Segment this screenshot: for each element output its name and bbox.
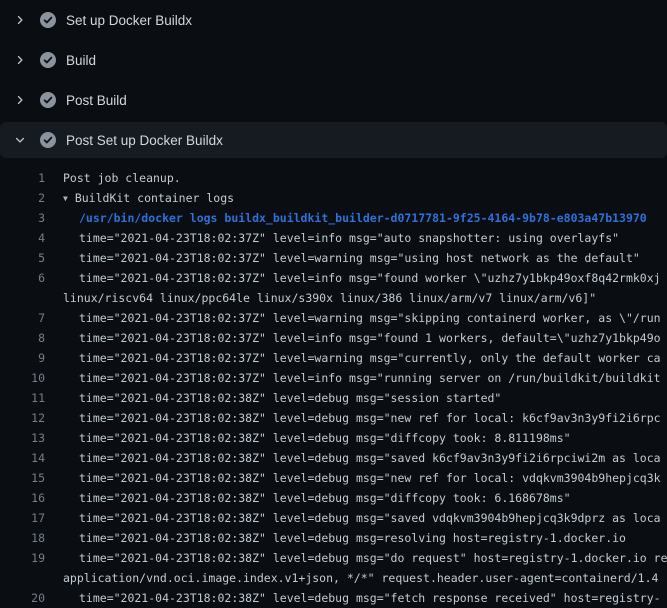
log-row[interactable]: 12 time="2021-04-23T18:02:38Z" level=debu… (0, 408, 667, 428)
log-text: time="2021-04-23T18:02:38Z" level=debug … (79, 408, 667, 428)
line-number[interactable]: 8 (0, 328, 45, 348)
log-text: linux/riscv64 linux/ppc64le linux/s390x … (63, 288, 667, 308)
line-number[interactable]: 11 (0, 388, 45, 408)
log-text: time="2021-04-23T18:02:38Z" level=debug … (79, 548, 667, 568)
log-text: time="2021-04-23T18:02:38Z" level=debug … (79, 528, 667, 548)
line-number[interactable]: 13 (0, 428, 45, 448)
log-text: time="2021-04-23T18:02:38Z" level=debug … (79, 588, 667, 608)
line-number[interactable]: 16 (0, 488, 45, 508)
log-row[interactable]: 20 time="2021-04-23T18:02:38Z" level=debu… (0, 588, 667, 608)
group-label: BuildKit container logs (75, 191, 234, 205)
line-number (0, 288, 45, 308)
log-row[interactable]: 2 ▼ BuildKit container logs (0, 188, 667, 208)
log-text: Post job cleanup. (63, 168, 667, 188)
check-circle-icon (40, 12, 56, 28)
log-text: time="2021-04-23T18:02:37Z" level=info m… (79, 268, 667, 288)
log-text: time="2021-04-23T18:02:37Z" level=info m… (79, 328, 667, 348)
log-row[interactable]: 13 time="2021-04-23T18:02:38Z" level=debu… (0, 428, 667, 448)
log-row[interactable]: 4 time="2021-04-23T18:02:37Z" level=info … (0, 228, 667, 248)
line-number[interactable]: 3 (0, 208, 45, 228)
log-text: application/vnd.oci.image.index.v1+json,… (63, 568, 667, 588)
log-row[interactable]: 5 time="2021-04-23T18:02:37Z" level=warni… (0, 248, 667, 268)
log-text: time="2021-04-23T18:02:38Z" level=debug … (79, 428, 667, 448)
log-row[interactable]: 11 time="2021-04-23T18:02:38Z" level=debu… (0, 388, 667, 408)
line-number[interactable]: 14 (0, 448, 45, 468)
log-text: time="2021-04-23T18:02:37Z" level=info m… (79, 368, 667, 388)
line-number[interactable]: 5 (0, 248, 45, 268)
chevron-down-icon[interactable] (12, 132, 28, 148)
log-row[interactable]: linux/riscv64 linux/ppc64le linux/s390x … (0, 288, 667, 308)
line-number[interactable]: 10 (0, 368, 45, 388)
check-circle-icon (40, 132, 56, 148)
line-number[interactable]: 9 (0, 348, 45, 368)
line-number[interactable]: 2 (0, 188, 45, 208)
log-row[interactable]: 15 time="2021-04-23T18:02:38Z" level=debu… (0, 468, 667, 488)
log-text: time="2021-04-23T18:02:38Z" level=debug … (79, 508, 667, 528)
line-number[interactable]: 12 (0, 408, 45, 428)
line-number[interactable]: 18 (0, 528, 45, 548)
line-number[interactable]: 17 (0, 508, 45, 528)
line-number[interactable]: 20 (0, 588, 45, 608)
log-text: ▼ BuildKit container logs (63, 188, 667, 208)
step-build[interactable]: Build (0, 40, 667, 80)
chevron-right-icon[interactable] (12, 52, 28, 68)
log-text: time="2021-04-23T18:02:37Z" level=warnin… (79, 348, 667, 368)
step-post-set-up-docker-buildx[interactable]: Post Set up Docker Buildx (0, 122, 667, 158)
log-row[interactable]: 17 time="2021-04-23T18:02:38Z" level=debu… (0, 508, 667, 528)
step-title: Set up Docker Buildx (66, 13, 192, 28)
line-number[interactable]: 15 (0, 468, 45, 488)
log-row[interactable]: 6 time="2021-04-23T18:02:37Z" level=info … (0, 268, 667, 288)
log-row[interactable]: 18 time="2021-04-23T18:02:38Z" level=debu… (0, 528, 667, 548)
actions-log-viewer: Set up Docker Buildx Build Post Build (0, 0, 667, 608)
line-number[interactable]: 19 (0, 548, 45, 568)
chevron-right-icon[interactable] (12, 92, 28, 108)
chevron-right-icon[interactable] (12, 12, 28, 28)
line-number[interactable]: 1 (0, 168, 45, 188)
log-row[interactable]: 1 Post job cleanup. (0, 168, 667, 188)
log-text: time="2021-04-23T18:02:37Z" level=warnin… (79, 248, 667, 268)
log-area: 1 Post job cleanup. 2 ▼ BuildKit container l… (0, 160, 667, 608)
step-title: Build (66, 53, 96, 68)
line-number[interactable]: 4 (0, 228, 45, 248)
step-set-up-docker-buildx[interactable]: Set up Docker Buildx (0, 0, 667, 40)
step-title: Post Build (66, 93, 127, 108)
log-row[interactable]: 8 time="2021-04-23T18:02:37Z" level=info … (0, 328, 667, 348)
log-row[interactable]: 7 time="2021-04-23T18:02:37Z" level=warni… (0, 308, 667, 328)
disclosure-triangle-icon[interactable]: ▼ (63, 189, 68, 208)
log-text: time="2021-04-23T18:02:38Z" level=debug … (79, 388, 667, 408)
log-row[interactable]: 9 time="2021-04-23T18:02:37Z" level=warni… (0, 348, 667, 368)
check-circle-icon (40, 52, 56, 68)
check-circle-icon (40, 92, 56, 108)
log-row[interactable]: 16 time="2021-04-23T18:02:38Z" level=debu… (0, 488, 667, 508)
log-row[interactable]: 14 time="2021-04-23T18:02:38Z" level=debu… (0, 448, 667, 468)
log-row[interactable]: 10 time="2021-04-23T18:02:37Z" level=info… (0, 368, 667, 388)
log-row[interactable]: 3/usr/bin/docker logs buildx_buildkit_bu… (0, 208, 667, 228)
line-number[interactable]: 7 (0, 308, 45, 328)
log-text: time="2021-04-23T18:02:37Z" level=info m… (79, 228, 667, 248)
log-text: time="2021-04-23T18:02:38Z" level=debug … (79, 488, 667, 508)
log-text: time="2021-04-23T18:02:38Z" level=debug … (79, 468, 667, 488)
step-post-build[interactable]: Post Build (0, 80, 667, 120)
line-number (0, 568, 45, 588)
step-title: Post Set up Docker Buildx (66, 133, 223, 148)
log-text: time="2021-04-23T18:02:37Z" level=warnin… (79, 308, 667, 328)
command-text: /usr/bin/docker logs buildx_buildkit_bui… (79, 208, 667, 228)
line-number[interactable]: 6 (0, 268, 45, 288)
log-row[interactable]: 19 time="2021-04-23T18:02:38Z" level=debu… (0, 548, 667, 568)
step-list: Set up Docker Buildx Build Post Build (0, 0, 667, 158)
log-row[interactable]: application/vnd.oci.image.index.v1+json,… (0, 568, 667, 588)
log-text: time="2021-04-23T18:02:38Z" level=debug … (79, 448, 667, 468)
